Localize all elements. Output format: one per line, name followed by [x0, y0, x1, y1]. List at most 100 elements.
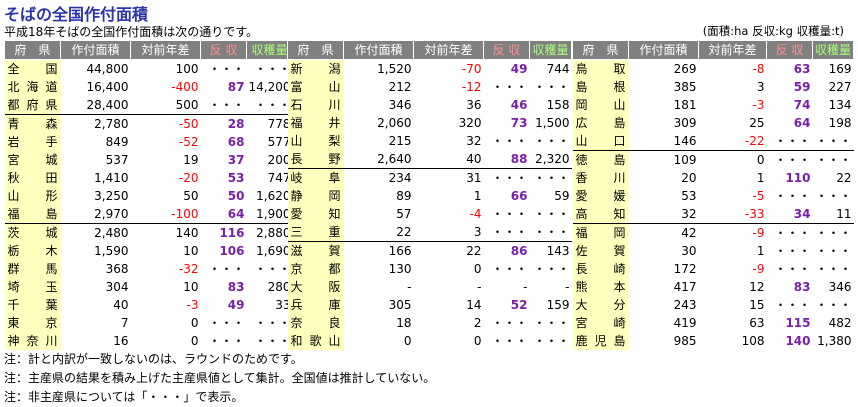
header-row: 府 県作付面積 対前年差反 収収穫量 [4, 40, 293, 60]
harvest-cell: 577 [267, 135, 291, 149]
table-row: 秋 田 1,410 -20 53 747 [4, 169, 293, 187]
page-title: そばの全国作付面積 [4, 5, 149, 24]
table-row: 福 島 2,970 -100 64 1,900 [4, 205, 293, 224]
header-harvest: 収穫量 [246, 40, 293, 60]
diff-cell: -33 [744, 207, 765, 221]
diff-cell: 10 [183, 280, 199, 294]
prefecture-cell: 山 形 [4, 187, 61, 205]
yield-cell: 37 [227, 153, 245, 167]
table-row: 神奈川 16 0 ・・・ ・・・ [4, 332, 293, 350]
yield-cell: 140 [785, 334, 811, 348]
diff-cell: 320 [458, 116, 482, 130]
harvest-cell: 33 [275, 298, 291, 312]
area-cell: 243 [673, 298, 697, 312]
area-cell: 7 [120, 316, 129, 330]
diff-cell: 10 [183, 244, 199, 258]
harvest-cell: ・・・ [533, 207, 570, 221]
prefecture-cell: 岡 山 [572, 96, 629, 114]
table-row: 奈 良 18 2 ・・・ ・・・ [287, 314, 572, 332]
prefecture-cell: 宮 崎 [572, 314, 629, 332]
table-row: 広 島 309 25 64 198 [572, 114, 854, 132]
table-row: 青 森 2,780 -50 28 778 [4, 114, 293, 133]
area-cell: 537 [105, 153, 129, 167]
prefecture-cell: 全 国 [4, 59, 61, 78]
harvest-cell: ・・・ [254, 62, 291, 76]
harvest-cell: 227 [828, 80, 852, 94]
header-area: 作付面積 [60, 40, 131, 60]
area-cell: 212 [388, 80, 412, 94]
yield-cell: ・・・ [208, 262, 245, 276]
area-cell: 20 [681, 171, 697, 185]
yield-cell: ・・・ [491, 134, 528, 148]
diff-cell: 1 [756, 244, 765, 258]
diff-cell: -50 [130, 114, 201, 133]
table-row: 長 野 2,640 40 88 2,320 [287, 150, 572, 169]
prefecture-cell: 岩 手 [4, 133, 61, 151]
table-row: 大 分 243 15 ・・・ ・・・ [572, 296, 854, 314]
yield-cell: ・・・ [208, 62, 245, 76]
prefecture-cell: 石 川 [287, 96, 344, 114]
harvest-cell: ・・・ [815, 134, 852, 148]
area-cell: 1,520 [377, 62, 412, 76]
diff-cell: -8 [752, 62, 765, 76]
yield-cell: ・・・ [491, 334, 528, 348]
area-cell: 1,590 [94, 244, 129, 258]
diff-cell: 14 [466, 298, 482, 312]
yield-cell: 64 [227, 207, 245, 221]
diff-cell: 19 [183, 153, 199, 167]
yield-cell: ・・・ [208, 98, 245, 112]
prefecture-cell: 富 山 [287, 78, 344, 96]
harvest-cell: 744 [546, 62, 570, 76]
diff-cell: 1 [473, 189, 482, 203]
prefecture-cell: 大 阪 [287, 278, 344, 296]
diff-cell: 63 [749, 316, 765, 330]
yield-cell: ・・・ [491, 80, 528, 94]
area-cell: 181 [673, 98, 697, 112]
prefecture-cell: 栃 木 [4, 242, 61, 260]
diff-cell: 25 [749, 116, 765, 130]
area-cell: 44,800 [86, 62, 129, 76]
table-row: 愛 知 57 -4 ・・・ ・・・ [287, 205, 572, 223]
diff-cell: 0 [698, 150, 767, 169]
table-row: 大 阪---- [287, 278, 572, 296]
prefecture-cell: 長 野 [287, 150, 344, 169]
yield-cell: 116 [200, 223, 247, 242]
table-row: 全 国 44,800 100 ・・・ ・・・ [4, 59, 293, 78]
yield-cell: 68 [227, 135, 245, 149]
yield-cell: ・・・ [208, 334, 245, 348]
yield-cell: 66 [510, 189, 528, 203]
area-cell: 53 [681, 189, 697, 203]
area-cell: 89 [396, 189, 412, 203]
area-cell: 22 [396, 225, 412, 239]
diff-cell: 0 [190, 334, 199, 348]
harvest-cell: ・・・ [254, 334, 291, 348]
prefecture-cell: 静 岡 [287, 187, 344, 205]
header-prefecture: 府 県 [287, 40, 344, 60]
header-harvest: 収穫量 [811, 40, 855, 60]
yield-cell: ・・・ [774, 244, 811, 258]
table-row: 長 崎 172 -9 ・・・ ・・・ [572, 260, 854, 278]
diff-cell: 15 [749, 298, 765, 312]
diff-cell: -4 [469, 207, 482, 221]
prefecture-cell: 新 潟 [287, 59, 344, 78]
prefecture-cell: 愛 知 [287, 205, 344, 223]
area-cell: - [407, 280, 412, 294]
yield-cell: 83 [793, 280, 811, 294]
harvest-cell: 346 [828, 280, 852, 294]
area-cell: 40 [113, 298, 129, 312]
diff-cell: 50 [183, 189, 199, 203]
prefecture-cell: 滋 賀 [287, 241, 344, 260]
table-row: 宮 崎 419 63 115 482 [572, 314, 854, 332]
harvest-cell: ・・・ [254, 316, 291, 330]
yield-cell: 49 [227, 298, 245, 312]
diff-cell: 3 [473, 225, 482, 239]
note-item: 注：計と内訳が一致しないのは、ラウンドのためです。 [4, 352, 303, 366]
harvest-cell: 280 [267, 280, 291, 294]
area-cell: 16,400 [86, 80, 129, 94]
yield-cell: 46 [510, 98, 528, 112]
diff-cell: 2 [473, 316, 482, 330]
yield-cell: 87 [227, 80, 245, 94]
harvest-cell: 1,380 [817, 334, 852, 348]
yield-cell: ・・・ [483, 168, 530, 187]
diff-cell: 500 [175, 98, 199, 112]
